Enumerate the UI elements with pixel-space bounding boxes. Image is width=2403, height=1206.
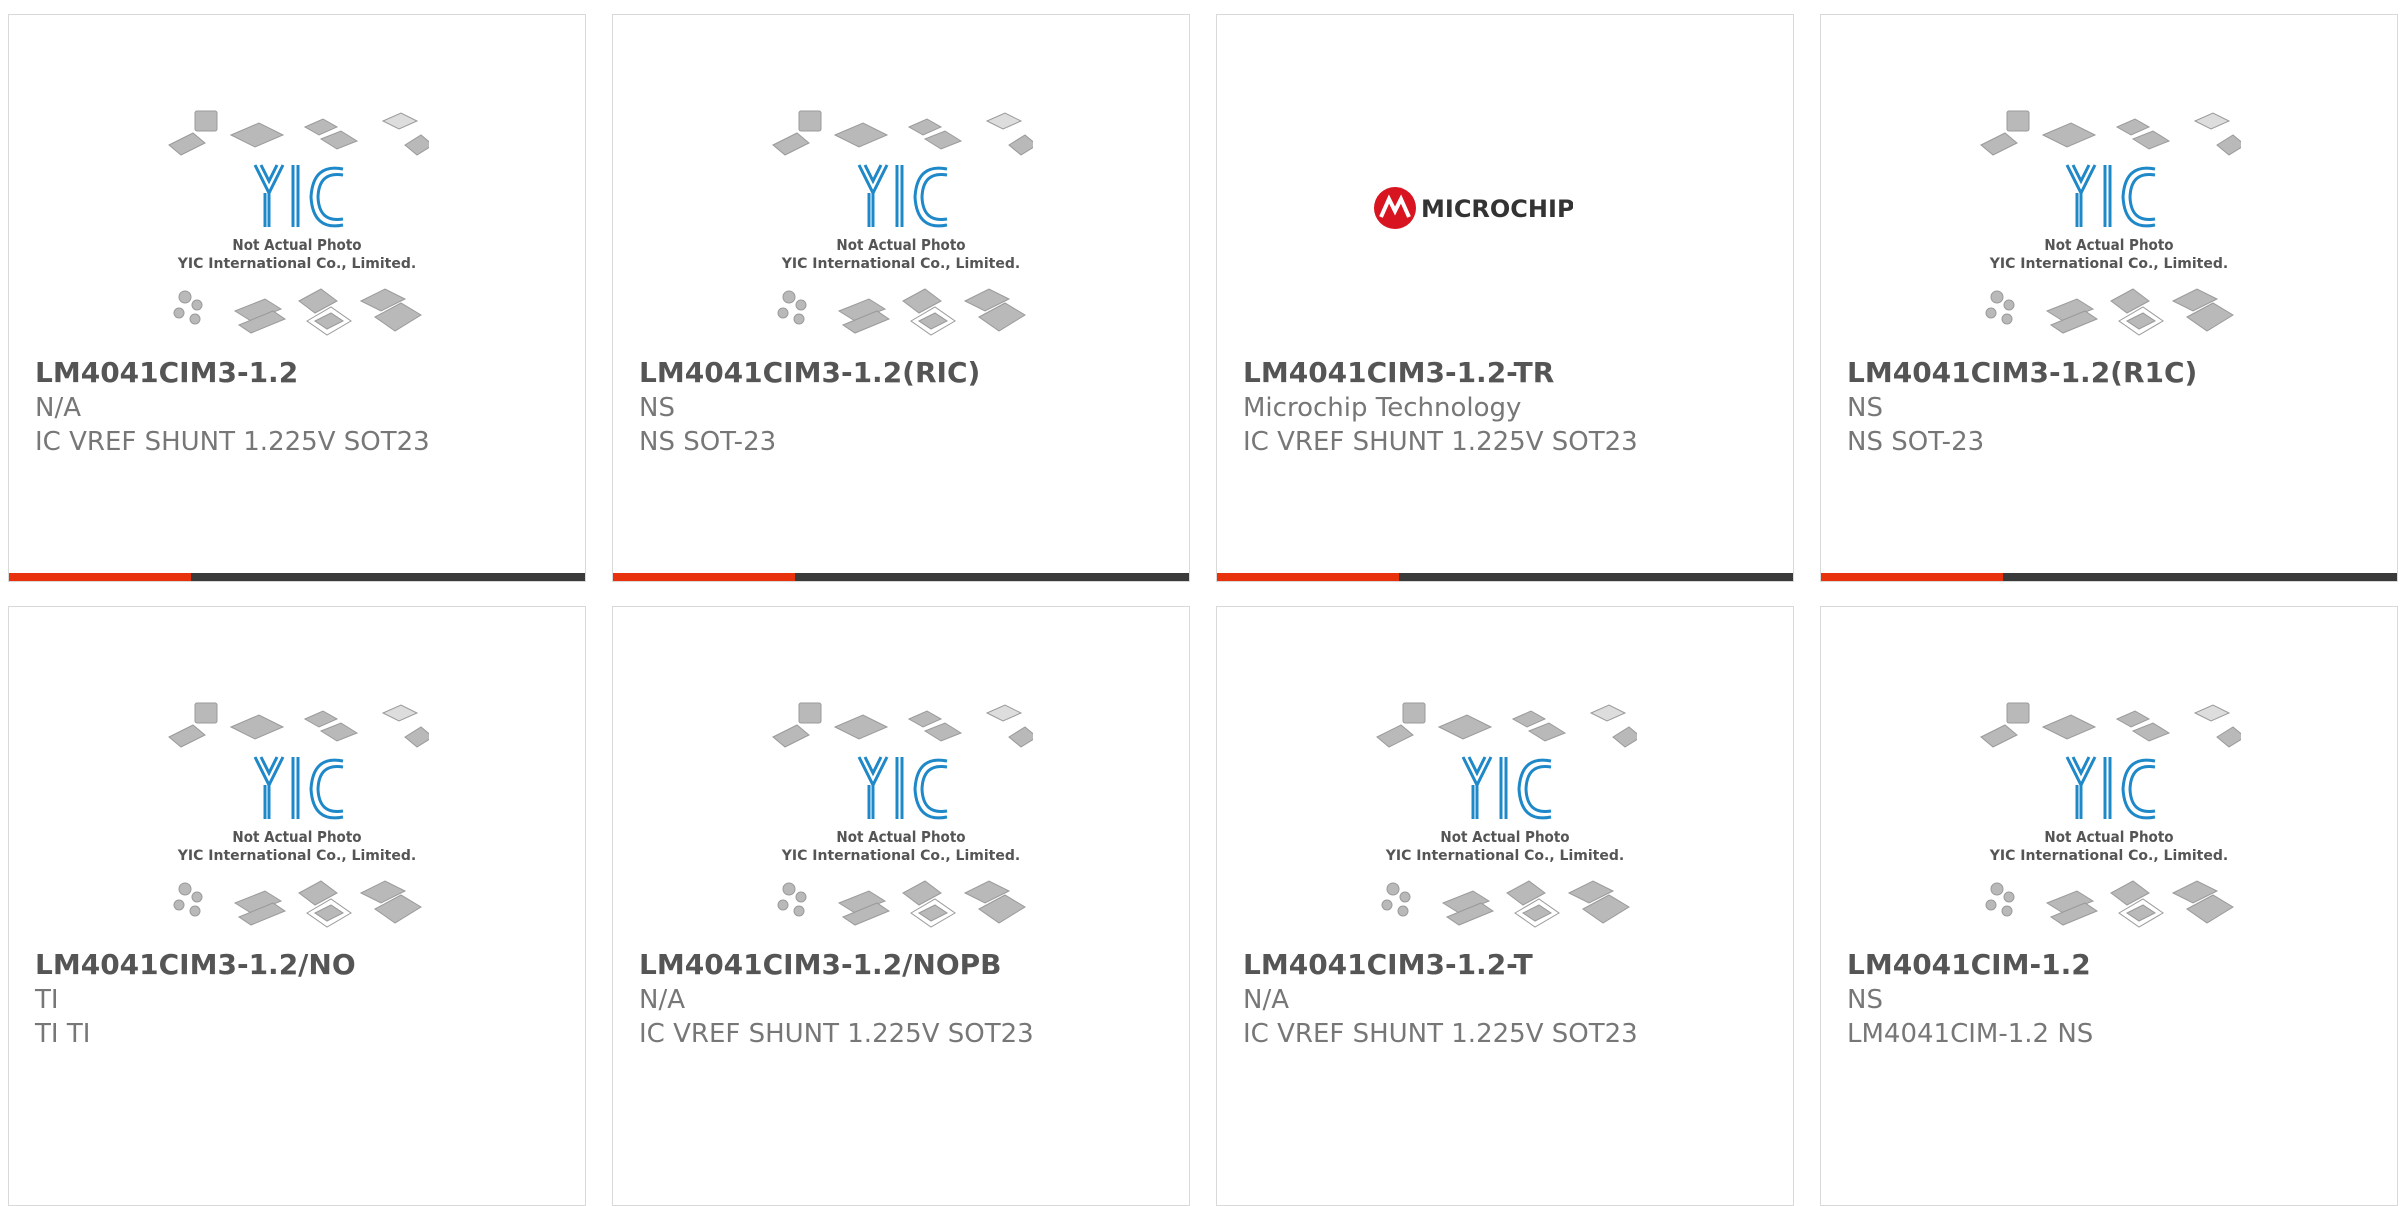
description: NS SOT-23	[639, 427, 777, 457]
part-number[interactable]: LM4041CIM3-1.2	[35, 355, 575, 391]
placeholder-line2: YIC International Co., Limited.	[177, 256, 416, 272]
placeholder-line1: Not Actual Photo	[836, 236, 965, 254]
part-number[interactable]: LM4041CIM3-1.2(R1C)	[1847, 355, 2387, 391]
product-card[interactable]: Not Actual Photo YIC International Co., …	[8, 14, 586, 582]
part-number[interactable]: LM4041CIM3-1.2/NOPB	[639, 947, 1179, 983]
product-image[interactable]: Microchip	[1217, 15, 1793, 285]
not-actual-photo-image: Not Actual Photo YIC International Co., …	[772, 702, 1033, 928]
description: IC VREF SHUNT 1.225V SOT23	[35, 427, 430, 457]
part-number[interactable]: LM4041CIM3-1.2-T	[1243, 947, 1783, 983]
description: IC VREF SHUNT 1.225V SOT23	[639, 1019, 1034, 1049]
description: LM4041CIM-1.2 NS	[1847, 1019, 2094, 1049]
placeholder-line1: Not Actual Photo	[232, 236, 361, 254]
product-card[interactable]: Not Actual Photo YIC International Co., …	[612, 606, 1190, 1206]
card-accent-bar	[9, 573, 585, 581]
product-info: LM4041CIM3-1.2(RIC) NS NS SOT-23	[639, 355, 1179, 459]
placeholder-line1: Not Actual Photo	[2044, 236, 2173, 254]
product-info: LM4041CIM3-1.2/NOPB N/A IC VREF SHUNT 1.22…	[639, 947, 1179, 1051]
placeholder-line2: YIC International Co., Limited.	[1989, 256, 2228, 272]
product-card[interactable]: Not Actual Photo YIC International Co., …	[1820, 14, 2398, 582]
product-info: LM4041CIM3-1.2/NO TI TI TI	[35, 947, 575, 1051]
product-card[interactable]: Not Actual Photo YIC International Co., …	[8, 606, 586, 1206]
placeholder-line2: YIC International Co., Limited.	[781, 256, 1020, 272]
product-image[interactable]: Not Actual Photo YIC International Co., …	[1821, 677, 2397, 947]
placeholder-line2: YIC International Co., Limited.	[177, 848, 416, 864]
not-actual-photo-image: Not Actual Photo YIC International Co., …	[772, 110, 1033, 336]
card-accent-segment	[1821, 573, 2003, 581]
product-card[interactable]: Microchip LM4041CIM3-1.2-TR Microchip Tec…	[1216, 14, 1794, 582]
product-image[interactable]: Not Actual Photo YIC International Co., …	[613, 85, 1189, 355]
card-accent-segment	[9, 573, 191, 581]
manufacturer: N/A	[35, 393, 81, 423]
part-number[interactable]: LM4041CIM3-1.2(RIC)	[639, 355, 1179, 391]
product-image[interactable]: Not Actual Photo YIC International Co., …	[9, 677, 585, 947]
product-image[interactable]: Not Actual Photo YIC International Co., …	[1217, 677, 1793, 947]
placeholder-line2: YIC International Co., Limited.	[1385, 848, 1624, 864]
product-image[interactable]: Not Actual Photo YIC International Co., …	[613, 677, 1189, 947]
product-info: LM4041CIM3-1.2-T N/A IC VREF SHUNT 1.225V …	[1243, 947, 1783, 1051]
placeholder-line2: YIC International Co., Limited.	[781, 848, 1020, 864]
product-info: LM4041CIM3-1.2(R1C) NS NS SOT-23	[1847, 355, 2387, 459]
card-accent-segment	[1217, 573, 1399, 581]
description: NS SOT-23	[1847, 427, 1985, 457]
not-actual-photo-image: Not Actual Photo YIC International Co., …	[1980, 110, 2241, 336]
placeholder-line1: Not Actual Photo	[2044, 828, 2173, 846]
card-accent-bar	[1821, 573, 2397, 581]
description: TI TI	[35, 1019, 91, 1049]
product-card[interactable]: Not Actual Photo YIC International Co., …	[1820, 606, 2398, 1206]
part-number[interactable]: LM4041CIM3-1.2-TR	[1243, 355, 1783, 391]
product-card[interactable]: Not Actual Photo YIC International Co., …	[612, 14, 1190, 582]
manufacturer: TI	[35, 985, 59, 1015]
product-info: LM4041CIM3-1.2-TR Microchip Technology IC …	[1243, 355, 1783, 459]
not-actual-photo-image: Not Actual Photo YIC International Co., …	[1376, 702, 1637, 928]
placeholder-line1: Not Actual Photo	[232, 828, 361, 846]
placeholder-line1: Not Actual Photo	[1440, 828, 1569, 846]
part-number[interactable]: LM4041CIM3-1.2/NO	[35, 947, 575, 983]
product-info: LM4041CIM-1.2 NS LM4041CIM-1.2 NS	[1847, 947, 2387, 1051]
product-card[interactable]: Not Actual Photo YIC International Co., …	[1216, 606, 1794, 1206]
card-accent-segment	[613, 573, 795, 581]
manufacturer: NS	[1847, 393, 1883, 423]
manufacturer: N/A	[1243, 985, 1289, 1015]
manufacturer: NS	[1847, 985, 1883, 1015]
placeholder-line1: Not Actual Photo	[836, 828, 965, 846]
product-info: LM4041CIM3-1.2 N/A IC VREF SHUNT 1.225V SO…	[35, 355, 575, 459]
manufacturer: Microchip Technology	[1243, 393, 1522, 423]
not-actual-photo-image: Not Actual Photo YIC International Co., …	[1980, 702, 2241, 928]
manufacturer: N/A	[639, 985, 685, 1015]
microchip-logo-text: Microchip	[1421, 195, 1573, 223]
card-accent-bar	[1217, 573, 1793, 581]
part-number[interactable]: LM4041CIM-1.2	[1847, 947, 2387, 983]
not-actual-photo-image: Not Actual Photo YIC International Co., …	[168, 702, 429, 928]
placeholder-line2: YIC International Co., Limited.	[1989, 848, 2228, 864]
product-image[interactable]: Not Actual Photo YIC International Co., …	[1821, 85, 2397, 355]
product-image[interactable]: Not Actual Photo YIC International Co., …	[9, 85, 585, 355]
card-accent-bar	[613, 573, 1189, 581]
product-grid: Not Actual Photo YIC International Co., …	[8, 14, 2400, 1206]
description: IC VREF SHUNT 1.225V SOT23	[1243, 1019, 1638, 1049]
not-actual-photo-image: Not Actual Photo YIC International Co., …	[168, 110, 429, 336]
manufacturer: NS	[639, 393, 675, 423]
description: IC VREF SHUNT 1.225V SOT23	[1243, 427, 1638, 457]
